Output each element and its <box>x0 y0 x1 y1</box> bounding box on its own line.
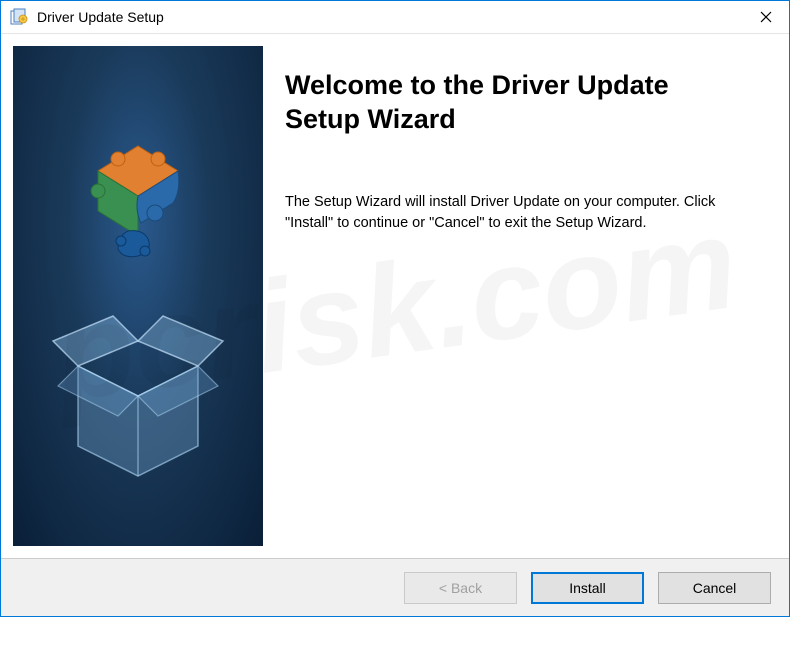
window-title: Driver Update Setup <box>37 9 743 25</box>
main-panel: Welcome to the Driver Update Setup Wizar… <box>275 34 789 558</box>
content-area: Welcome to the Driver Update Setup Wizar… <box>1 34 789 558</box>
wizard-banner <box>13 46 263 546</box>
wizard-description: The Setup Wizard will install Driver Upd… <box>285 192 749 236</box>
titlebar: Driver Update Setup <box>1 1 789 34</box>
back-button: < Back <box>404 572 517 604</box>
installer-icon <box>9 7 29 27</box>
close-button[interactable] <box>743 1 789 33</box>
install-button[interactable]: Install <box>531 572 644 604</box>
box-icon <box>48 286 228 486</box>
installer-window: Driver Update Setup <box>0 0 790 617</box>
wizard-heading: Welcome to the Driver Update Setup Wizar… <box>285 69 749 137</box>
close-icon <box>760 11 772 23</box>
puzzle-logo-icon <box>83 141 193 251</box>
button-bar: < Back Install Cancel <box>1 558 789 616</box>
cancel-button[interactable]: Cancel <box>658 572 771 604</box>
